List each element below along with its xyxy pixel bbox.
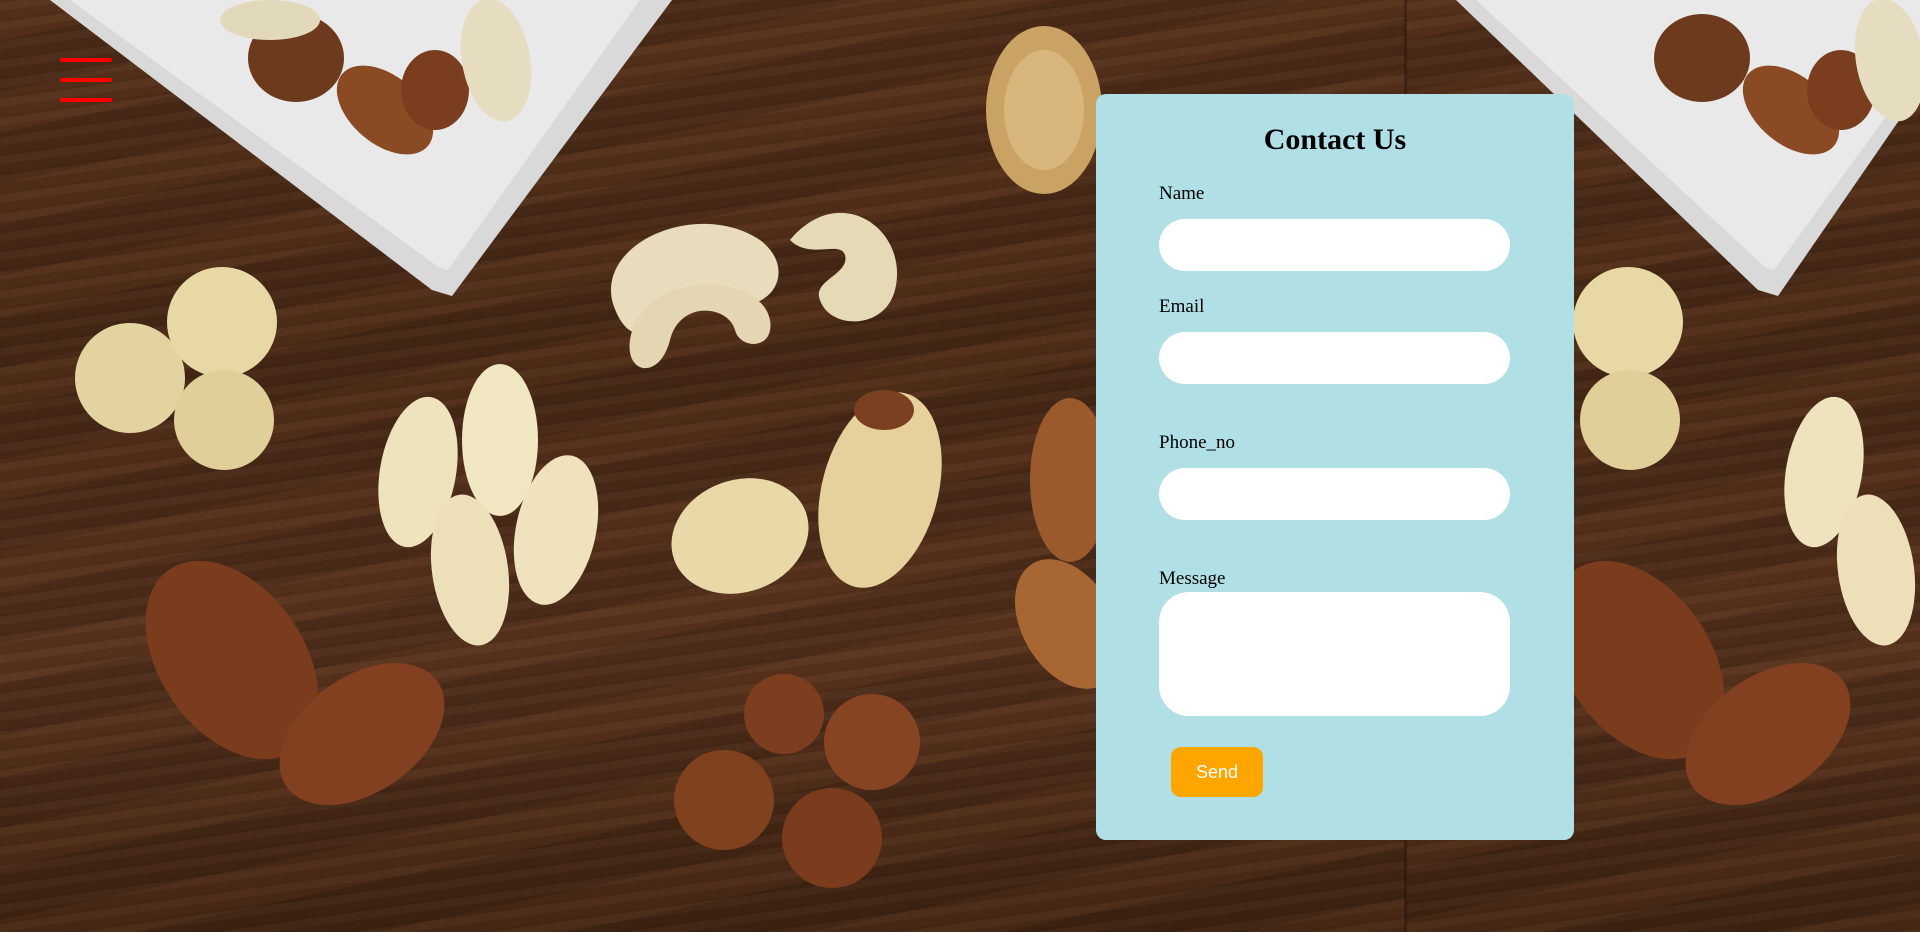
hamburger-line <box>60 58 112 62</box>
page: Contact Us Name Email Phone_no Message S… <box>0 0 1920 932</box>
nuts-photo-illustration <box>50 0 1920 888</box>
name-label: Name <box>1159 183 1205 204</box>
email-label: Email <box>1159 296 1205 317</box>
email-field[interactable] <box>1159 332 1510 384</box>
message-label: Message <box>1159 568 1226 589</box>
dish-left <box>50 0 672 296</box>
message-field[interactable] <box>1159 592 1510 716</box>
form-title: Contact Us <box>1263 123 1407 156</box>
hamburger-line <box>60 78 112 82</box>
phone-field[interactable] <box>1159 468 1510 520</box>
send-button[interactable]: Send <box>1171 747 1263 797</box>
contact-form: Contact Us Name Email Phone_no Message S… <box>1096 94 1574 840</box>
phone-label: Phone_no <box>1159 432 1235 453</box>
name-field[interactable] <box>1159 219 1510 271</box>
hamburger-line <box>60 98 112 102</box>
hamburger-menu-icon[interactable] <box>58 56 114 108</box>
